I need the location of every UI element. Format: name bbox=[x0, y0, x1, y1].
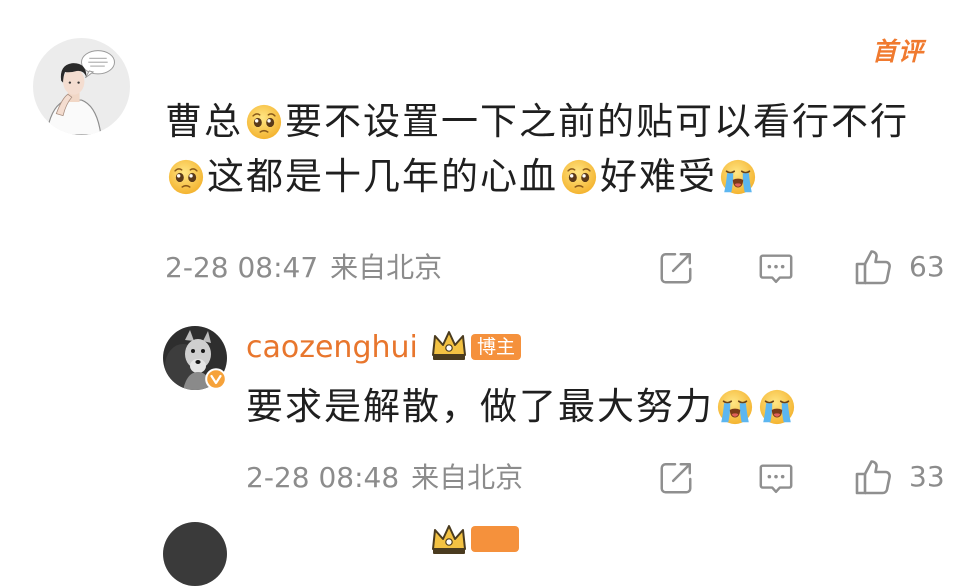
comment-time: 2-28 08:47 bbox=[165, 251, 319, 284]
verified-badge-icon bbox=[205, 368, 227, 390]
reply-text: 要求是解散，做了最大努力 bbox=[246, 381, 946, 433]
loudly-crying-face-emoji bbox=[758, 388, 796, 426]
comment-text-segment: 曹总 bbox=[165, 100, 243, 143]
loudly-crying-face-emoji bbox=[719, 158, 757, 196]
commenter-avatar[interactable] bbox=[33, 38, 130, 135]
comment-text-segment: 这都是十几年的心血 bbox=[207, 155, 558, 198]
comment-location: 来自北京 bbox=[330, 251, 443, 284]
comment-text: 曹总 要不设置一下之前的贴可以看行不行 这都是十几年的心血 好难受 bbox=[165, 94, 955, 204]
next-reply-role-badge-partial bbox=[471, 526, 519, 552]
like-count: 33 bbox=[909, 460, 945, 493]
reply-username[interactable]: caozenghui bbox=[246, 329, 418, 367]
reply-time: 2-28 08:48 bbox=[246, 461, 400, 494]
share-button[interactable] bbox=[657, 249, 695, 287]
pleading-face-emoji bbox=[560, 158, 598, 196]
reply-text-segment: 要求是解散，做了最大努力 bbox=[246, 385, 714, 428]
comment-text-segment: 好难受 bbox=[600, 155, 717, 198]
comment-text-segment: 要不设置一下之前的贴可以看行不行 bbox=[285, 100, 909, 143]
comment-text-line: 曹总 要不设置一下之前的贴可以看行不行 bbox=[165, 94, 955, 149]
share-icon bbox=[657, 249, 695, 287]
reply-location: 来自北京 bbox=[411, 461, 524, 494]
like-icon bbox=[853, 457, 893, 497]
crown-icon bbox=[430, 522, 468, 556]
reply-meta: 2-28 08:48 来自北京 bbox=[246, 460, 523, 496]
commenter-avatar-image bbox=[33, 38, 130, 135]
first-comment-badge: 首评 bbox=[872, 37, 925, 66]
like-button[interactable]: 63 bbox=[853, 247, 953, 287]
comment-icon bbox=[756, 460, 796, 498]
crown-icon bbox=[430, 328, 468, 362]
blogger-role-badge: 博主 bbox=[471, 334, 522, 360]
loudly-crying-face-emoji bbox=[716, 388, 754, 426]
comment-meta: 2-28 08:47 来自北京 bbox=[165, 250, 442, 286]
reply-like-button[interactable]: 33 bbox=[853, 457, 953, 497]
reply-share-button[interactable] bbox=[657, 459, 695, 497]
comment-icon bbox=[756, 250, 796, 288]
like-count: 63 bbox=[909, 250, 945, 283]
like-icon bbox=[853, 247, 893, 287]
comment-button[interactable] bbox=[756, 250, 796, 288]
pleading-face-emoji bbox=[167, 158, 205, 196]
comment-text-line: 这都是十几年的心血 好难受 bbox=[165, 149, 955, 204]
share-icon bbox=[657, 459, 695, 497]
reply-comment-button[interactable] bbox=[756, 460, 796, 498]
pleading-face-emoji bbox=[245, 103, 283, 141]
